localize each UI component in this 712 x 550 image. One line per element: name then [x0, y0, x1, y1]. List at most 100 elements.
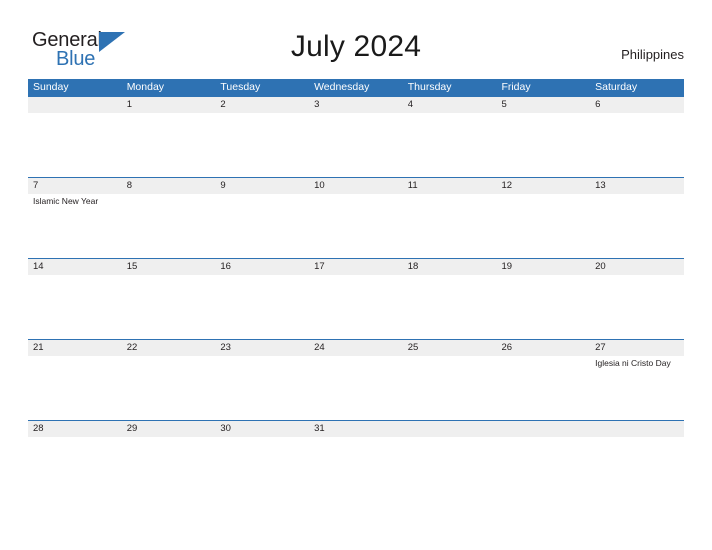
day-number[interactable]: 23 [215, 340, 309, 356]
day-number[interactable]: 6 [590, 97, 684, 113]
day-events [28, 113, 122, 177]
day-events [309, 194, 403, 258]
day-events [309, 113, 403, 177]
weekday-header-friday: Friday [501, 81, 531, 93]
day-events: Islamic New Year [28, 194, 122, 258]
day-number[interactable]: 2 [215, 97, 309, 113]
day-events [403, 437, 497, 501]
day-events [28, 275, 122, 339]
day-events [215, 194, 309, 258]
day-number[interactable]: 4 [403, 97, 497, 113]
day-number[interactable]: 17 [309, 259, 403, 275]
day-events [590, 437, 684, 501]
day-events [215, 113, 309, 177]
weekday-header-row: Sunday Monday Tuesday Wednesday Thursday… [28, 79, 684, 96]
region-label: Philippines [621, 47, 684, 62]
day-number[interactable]: 9 [215, 178, 309, 194]
week-events-band [28, 275, 684, 339]
week-events-band: Islamic New Year [28, 194, 684, 258]
day-number[interactable]: 30 [215, 421, 309, 437]
weekday-header-sunday: Sunday [33, 81, 69, 93]
day-number[interactable]: 22 [122, 340, 216, 356]
day-events [309, 275, 403, 339]
week-row: 14 15 16 17 18 19 20 [28, 258, 684, 339]
day-number[interactable]: 12 [496, 178, 590, 194]
page-header: General Blue July 2024 Philippines [0, 0, 712, 78]
event-label: Islamic New Year [33, 196, 99, 206]
day-events [403, 113, 497, 177]
weekday-header-tuesday: Tuesday [220, 81, 261, 93]
day-events [309, 437, 403, 501]
page-title: July 2024 [290, 30, 422, 63]
day-number[interactable]: 1 [122, 97, 216, 113]
weekday-header-saturday: Saturday [595, 81, 638, 93]
day-number[interactable] [496, 421, 590, 437]
day-events [403, 356, 497, 420]
day-number[interactable] [403, 421, 497, 437]
day-number[interactable]: 24 [309, 340, 403, 356]
day-number[interactable]: 19 [496, 259, 590, 275]
day-number[interactable]: 3 [309, 97, 403, 113]
day-number[interactable]: 26 [496, 340, 590, 356]
day-events [496, 194, 590, 258]
day-events: Iglesia ni Cristo Day [590, 356, 684, 420]
day-events [122, 194, 216, 258]
day-events [496, 275, 590, 339]
day-events [590, 194, 684, 258]
week-row: 21 22 23 24 25 26 27 Iglesia ni Cristo D… [28, 339, 684, 420]
day-number[interactable]: 29 [122, 421, 216, 437]
day-events [122, 356, 216, 420]
weekday-header-wednesday: Wednesday [314, 81, 370, 93]
day-events [496, 113, 590, 177]
day-events [215, 275, 309, 339]
day-events [590, 113, 684, 177]
day-number[interactable]: 21 [28, 340, 122, 356]
week-day-number-band: 7 8 9 10 11 12 13 [28, 178, 684, 194]
calendar-grid: Sunday Monday Tuesday Wednesday Thursday… [28, 79, 684, 501]
day-number[interactable]: 16 [215, 259, 309, 275]
week-events-band [28, 437, 684, 501]
day-events [122, 275, 216, 339]
week-day-number-band: 14 15 16 17 18 19 20 [28, 259, 684, 275]
day-number[interactable]: 10 [309, 178, 403, 194]
day-events [28, 437, 122, 501]
day-events [496, 356, 590, 420]
weekday-header-thursday: Thursday [407, 81, 452, 93]
week-day-number-band: 21 22 23 24 25 26 27 [28, 340, 684, 356]
day-number[interactable]: 28 [28, 421, 122, 437]
day-events [215, 437, 309, 501]
day-number[interactable]: 15 [122, 259, 216, 275]
day-events [215, 356, 309, 420]
week-row: 1 2 3 4 5 6 [28, 96, 684, 177]
day-events [590, 275, 684, 339]
calendar-page: General Blue July 2024 Philippines Sunda… [0, 0, 712, 550]
day-number[interactable]: 13 [590, 178, 684, 194]
week-row: 28 29 30 31 [28, 420, 684, 501]
weekday-header-monday: Monday [126, 81, 165, 93]
day-number[interactable]: 31 [309, 421, 403, 437]
event-label: Iglesia ni Cristo Day [595, 358, 671, 368]
week-events-band [28, 113, 684, 177]
day-number[interactable]: 14 [28, 259, 122, 275]
day-events [122, 437, 216, 501]
day-events [403, 275, 497, 339]
day-events [403, 194, 497, 258]
day-events [122, 113, 216, 177]
day-number[interactable] [28, 97, 122, 113]
day-number[interactable]: 8 [122, 178, 216, 194]
week-day-number-band: 28 29 30 31 [28, 421, 684, 437]
week-row: 7 8 9 10 11 12 13 Islamic New Year [28, 177, 684, 258]
day-number[interactable]: 5 [496, 97, 590, 113]
week-day-number-band: 1 2 3 4 5 6 [28, 97, 684, 113]
day-number[interactable] [590, 421, 684, 437]
day-number[interactable]: 27 [590, 340, 684, 356]
day-events [496, 437, 590, 501]
week-events-band: Iglesia ni Cristo Day [28, 356, 684, 420]
day-number[interactable]: 18 [403, 259, 497, 275]
day-events [28, 356, 122, 420]
day-number[interactable]: 11 [403, 178, 497, 194]
day-number[interactable]: 7 [28, 178, 122, 194]
day-number[interactable]: 25 [403, 340, 497, 356]
day-number[interactable]: 20 [590, 259, 684, 275]
day-events [309, 356, 403, 420]
